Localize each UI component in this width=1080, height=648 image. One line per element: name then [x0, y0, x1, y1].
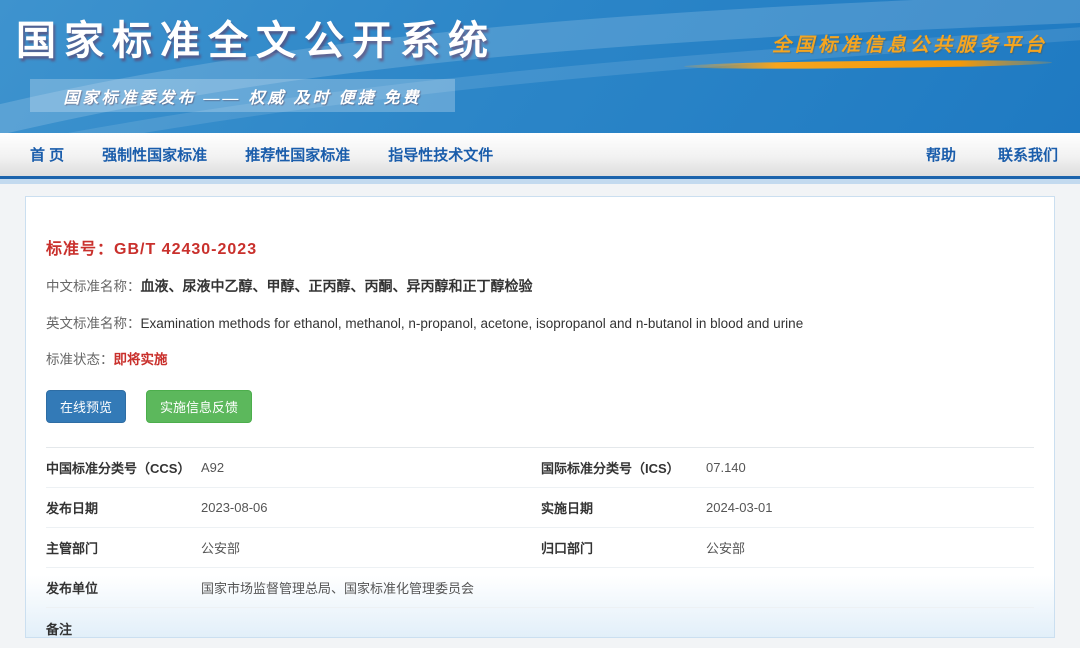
table-row: 中国标准分类号（CCS） A92 国际标准分类号（ICS） 07.140: [46, 448, 1034, 488]
status-badge: 即将实施: [114, 352, 168, 367]
action-buttons: 在线预览 实施信息反馈: [46, 390, 1034, 423]
status-line: 标准状态：即将实施: [46, 348, 1034, 368]
ics-label: 国际标准分类号（ICS）: [541, 458, 706, 477]
chinese-name-value: 血液、尿液中乙醇、甲醇、正丙醇、丙酮、异丙醇和正丁醇检验: [141, 278, 533, 294]
nav-item-recommended-standards[interactable]: 推荐性国家标准: [245, 144, 350, 165]
ccs-value: A92: [201, 460, 224, 475]
nav-item-mandatory-standards[interactable]: 强制性国家标准: [102, 144, 207, 165]
details-table: 中国标准分类号（CCS） A92 国际标准分类号（ICS） 07.140 发布日…: [46, 448, 1034, 648]
standard-number: GB/T 42430-2023: [114, 241, 257, 258]
ccs-label: 中国标准分类号（CCS）: [46, 458, 201, 477]
nav-item-guiding-documents[interactable]: 指导性技术文件: [388, 144, 493, 165]
english-name-label: 英文标准名称：: [46, 316, 141, 331]
english-name-line: 英文标准名称：Examination methods for ethanol, …: [46, 312, 1034, 332]
nav-item-contact-us[interactable]: 联系我们: [998, 144, 1058, 165]
publish-date-value: 2023-08-06: [201, 500, 268, 515]
table-row: 发布单位 国家市场监督管理总局、国家标准化管理委员会: [46, 568, 1034, 608]
publish-date-label: 发布日期: [46, 498, 201, 517]
issuing-unit-label: 发布单位: [46, 578, 201, 597]
table-row: 备注: [46, 608, 1034, 648]
chinese-name-line: 中文标准名称：血液、尿液中乙醇、甲醇、正丙醇、丙酮、异丙醇和正丁醇检验: [46, 275, 1034, 296]
standard-detail-panel: 标准号：GB/T 42430-2023 中文标准名称：血液、尿液中乙醇、甲醇、正…: [25, 196, 1055, 638]
online-preview-button[interactable]: 在线预览: [46, 390, 126, 423]
competent-dept-value: 公安部: [201, 538, 240, 557]
competent-dept-label: 主管部门: [46, 538, 201, 557]
site-subtitle-banner: 国家标准委发布 —— 权威 及时 便捷 免费: [30, 79, 455, 112]
remarks-label: 备注: [46, 619, 201, 638]
platform-logo-text[interactable]: 全国标准信息公共服务平台: [772, 30, 1048, 57]
site-title: 国家标准全文公开系统: [16, 8, 496, 66]
nav-item-home[interactable]: 首 页: [30, 144, 64, 165]
table-row: 主管部门 公安部 归口部门 公安部: [46, 528, 1034, 568]
issuing-unit-value: 国家市场监督管理总局、国家标准化管理委员会: [201, 578, 474, 597]
implement-date-label: 实施日期: [541, 498, 706, 517]
implement-date-value: 2024-03-01: [706, 500, 773, 515]
centralized-dept-label: 归口部门: [541, 538, 706, 557]
status-label: 标准状态：: [46, 352, 114, 367]
centralized-dept-value: 公安部: [706, 538, 745, 557]
site-header: 国家标准全文公开系统 国家标准委发布 —— 权威 及时 便捷 免费 全国标准信息…: [0, 0, 1080, 133]
chinese-name-label: 中文标准名称：: [46, 279, 141, 294]
implementation-feedback-button[interactable]: 实施信息反馈: [146, 390, 252, 423]
standard-number-label: 标准号：: [46, 241, 114, 258]
main-nav: 首 页 强制性国家标准 推荐性国家标准 指导性技术文件 帮助 联系我们: [0, 133, 1080, 179]
english-name-value: Examination methods for ethanol, methano…: [141, 316, 804, 331]
nav-item-help[interactable]: 帮助: [926, 144, 956, 165]
site-subtitle: 国家标准委发布 —— 权威 及时 便捷 免费: [63, 84, 421, 108]
table-row: 发布日期 2023-08-06 实施日期 2024-03-01: [46, 488, 1034, 528]
ics-value: 07.140: [706, 460, 746, 475]
standard-number-line: 标准号：GB/T 42430-2023: [46, 235, 1034, 259]
